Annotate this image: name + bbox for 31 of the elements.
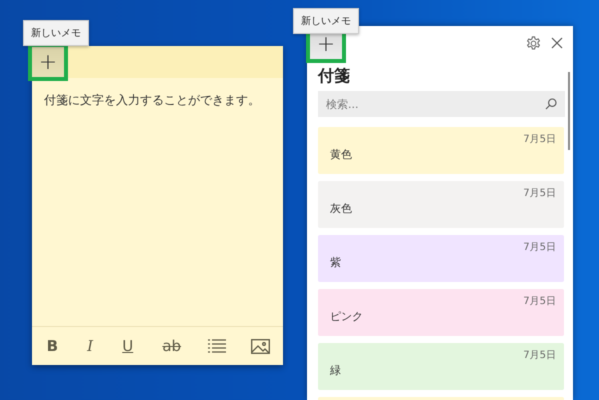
list-icon[interactable]: [208, 339, 226, 353]
close-icon[interactable]: [551, 37, 563, 49]
settings-icon[interactable]: [526, 36, 541, 50]
note-title: 黄色: [330, 147, 352, 162]
image-icon[interactable]: [251, 338, 270, 354]
note-date: 7月5日: [523, 241, 556, 254]
note-card[interactable]: 7月5日 灰色: [318, 181, 564, 228]
note-card[interactable]: 7月5日 ピンク: [318, 289, 564, 336]
note-title: ピンク: [330, 309, 363, 324]
new-note-button[interactable]: +: [28, 43, 68, 81]
note-date: 7月5日: [523, 187, 556, 200]
note-date: 7月5日: [523, 295, 556, 308]
tooltip: 新しいメモ: [23, 20, 89, 46]
note-card[interactable]: 7月5日 黄色: [318, 127, 564, 174]
note-title: 紫: [330, 255, 341, 270]
note-card[interactable]: 7月5日 紫: [318, 235, 564, 282]
scrollbar[interactable]: [568, 72, 570, 150]
tooltip: 新しいメモ: [293, 8, 359, 34]
note-date: 7月5日: [523, 133, 556, 146]
search-icon[interactable]: [545, 98, 557, 110]
format-button[interactable]: I: [85, 337, 96, 355]
format-button[interactable]: ab: [160, 337, 184, 355]
search-field[interactable]: 検索...: [318, 91, 565, 117]
note-text[interactable]: 付箋に文字を入力することができます。: [32, 78, 283, 326]
panel-title: 付箋: [318, 66, 351, 87]
note-title: 緑: [330, 363, 341, 378]
note-date: 7月5日: [523, 349, 556, 362]
format-button[interactable]: U: [120, 337, 136, 355]
note-title: 灰色: [330, 201, 352, 216]
format-button[interactable]: B: [44, 337, 60, 355]
note-card[interactable]: 7月5日 緑: [318, 343, 564, 390]
